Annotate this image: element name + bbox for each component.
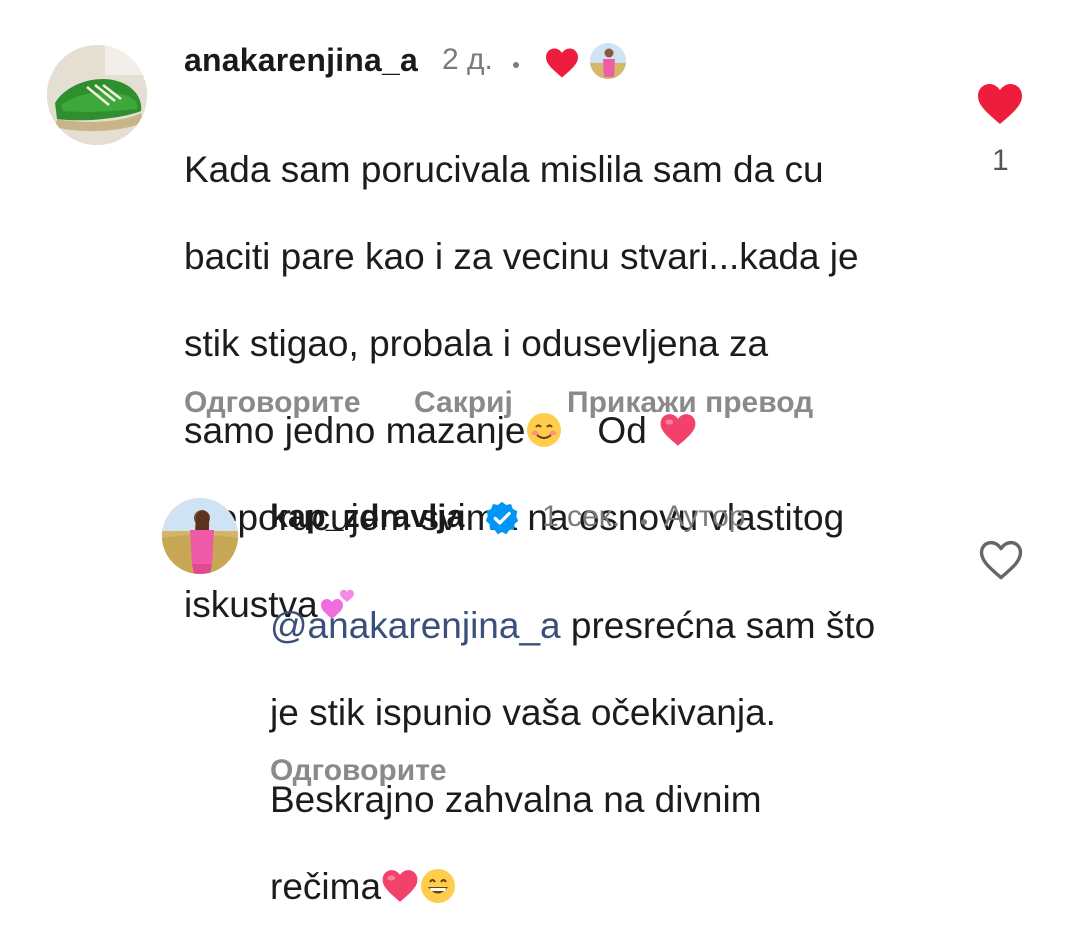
avatar[interactable] <box>47 45 147 145</box>
avatar-image <box>162 498 238 574</box>
avatar-image <box>47 45 147 145</box>
comment-time: 1 сек. <box>542 500 621 533</box>
red-heart-emoji-icon <box>381 867 419 905</box>
smiling-face-emoji-icon <box>525 411 563 449</box>
comment-line: Kada sam porucivala mislila sam da cu <box>184 148 824 190</box>
verified-badge-icon <box>484 500 520 536</box>
hide-button[interactable]: Сакриј <box>414 386 513 420</box>
comment-line: je stik ispunio vaša očekivanja. <box>270 691 776 733</box>
comment-username[interactable]: anakarenjina_a <box>184 42 418 79</box>
meta-separator <box>513 62 519 68</box>
grinning-face-emoji-icon <box>419 867 457 905</box>
see-translation-button[interactable]: Прикажи превод <box>567 386 813 420</box>
comment-line: rečima <box>270 865 970 909</box>
reply-button[interactable]: Одговорите <box>184 386 361 420</box>
meta-separator <box>641 519 647 525</box>
comment-line: @anakarenjina_a presrećna sam što <box>270 604 970 648</box>
comment-line-text: presrećna sam što <box>570 604 876 646</box>
outline-heart-icon[interactable] <box>978 539 1024 581</box>
comment-line: stik stigao, probala i odusevljena za <box>184 322 769 364</box>
comment-line: baciti pare kao i za vecinu stvari...kad… <box>184 235 859 277</box>
comment-time: 2 д. <box>442 43 493 76</box>
like-count: 1 <box>992 144 1009 177</box>
mention-link[interactable]: @anakarenjina_a <box>270 605 561 646</box>
reply-button[interactable]: Одговорите <box>270 754 447 788</box>
creator-mini-avatar <box>590 43 626 79</box>
comment-username[interactable]: kap_zdravlja <box>270 498 465 535</box>
author-label: Аутор <box>664 500 746 533</box>
filled-heart-icon[interactable] <box>976 82 1024 126</box>
red-heart-icon <box>544 47 580 79</box>
avatar[interactable] <box>162 498 238 574</box>
comment-line-text: rečima <box>270 865 382 907</box>
